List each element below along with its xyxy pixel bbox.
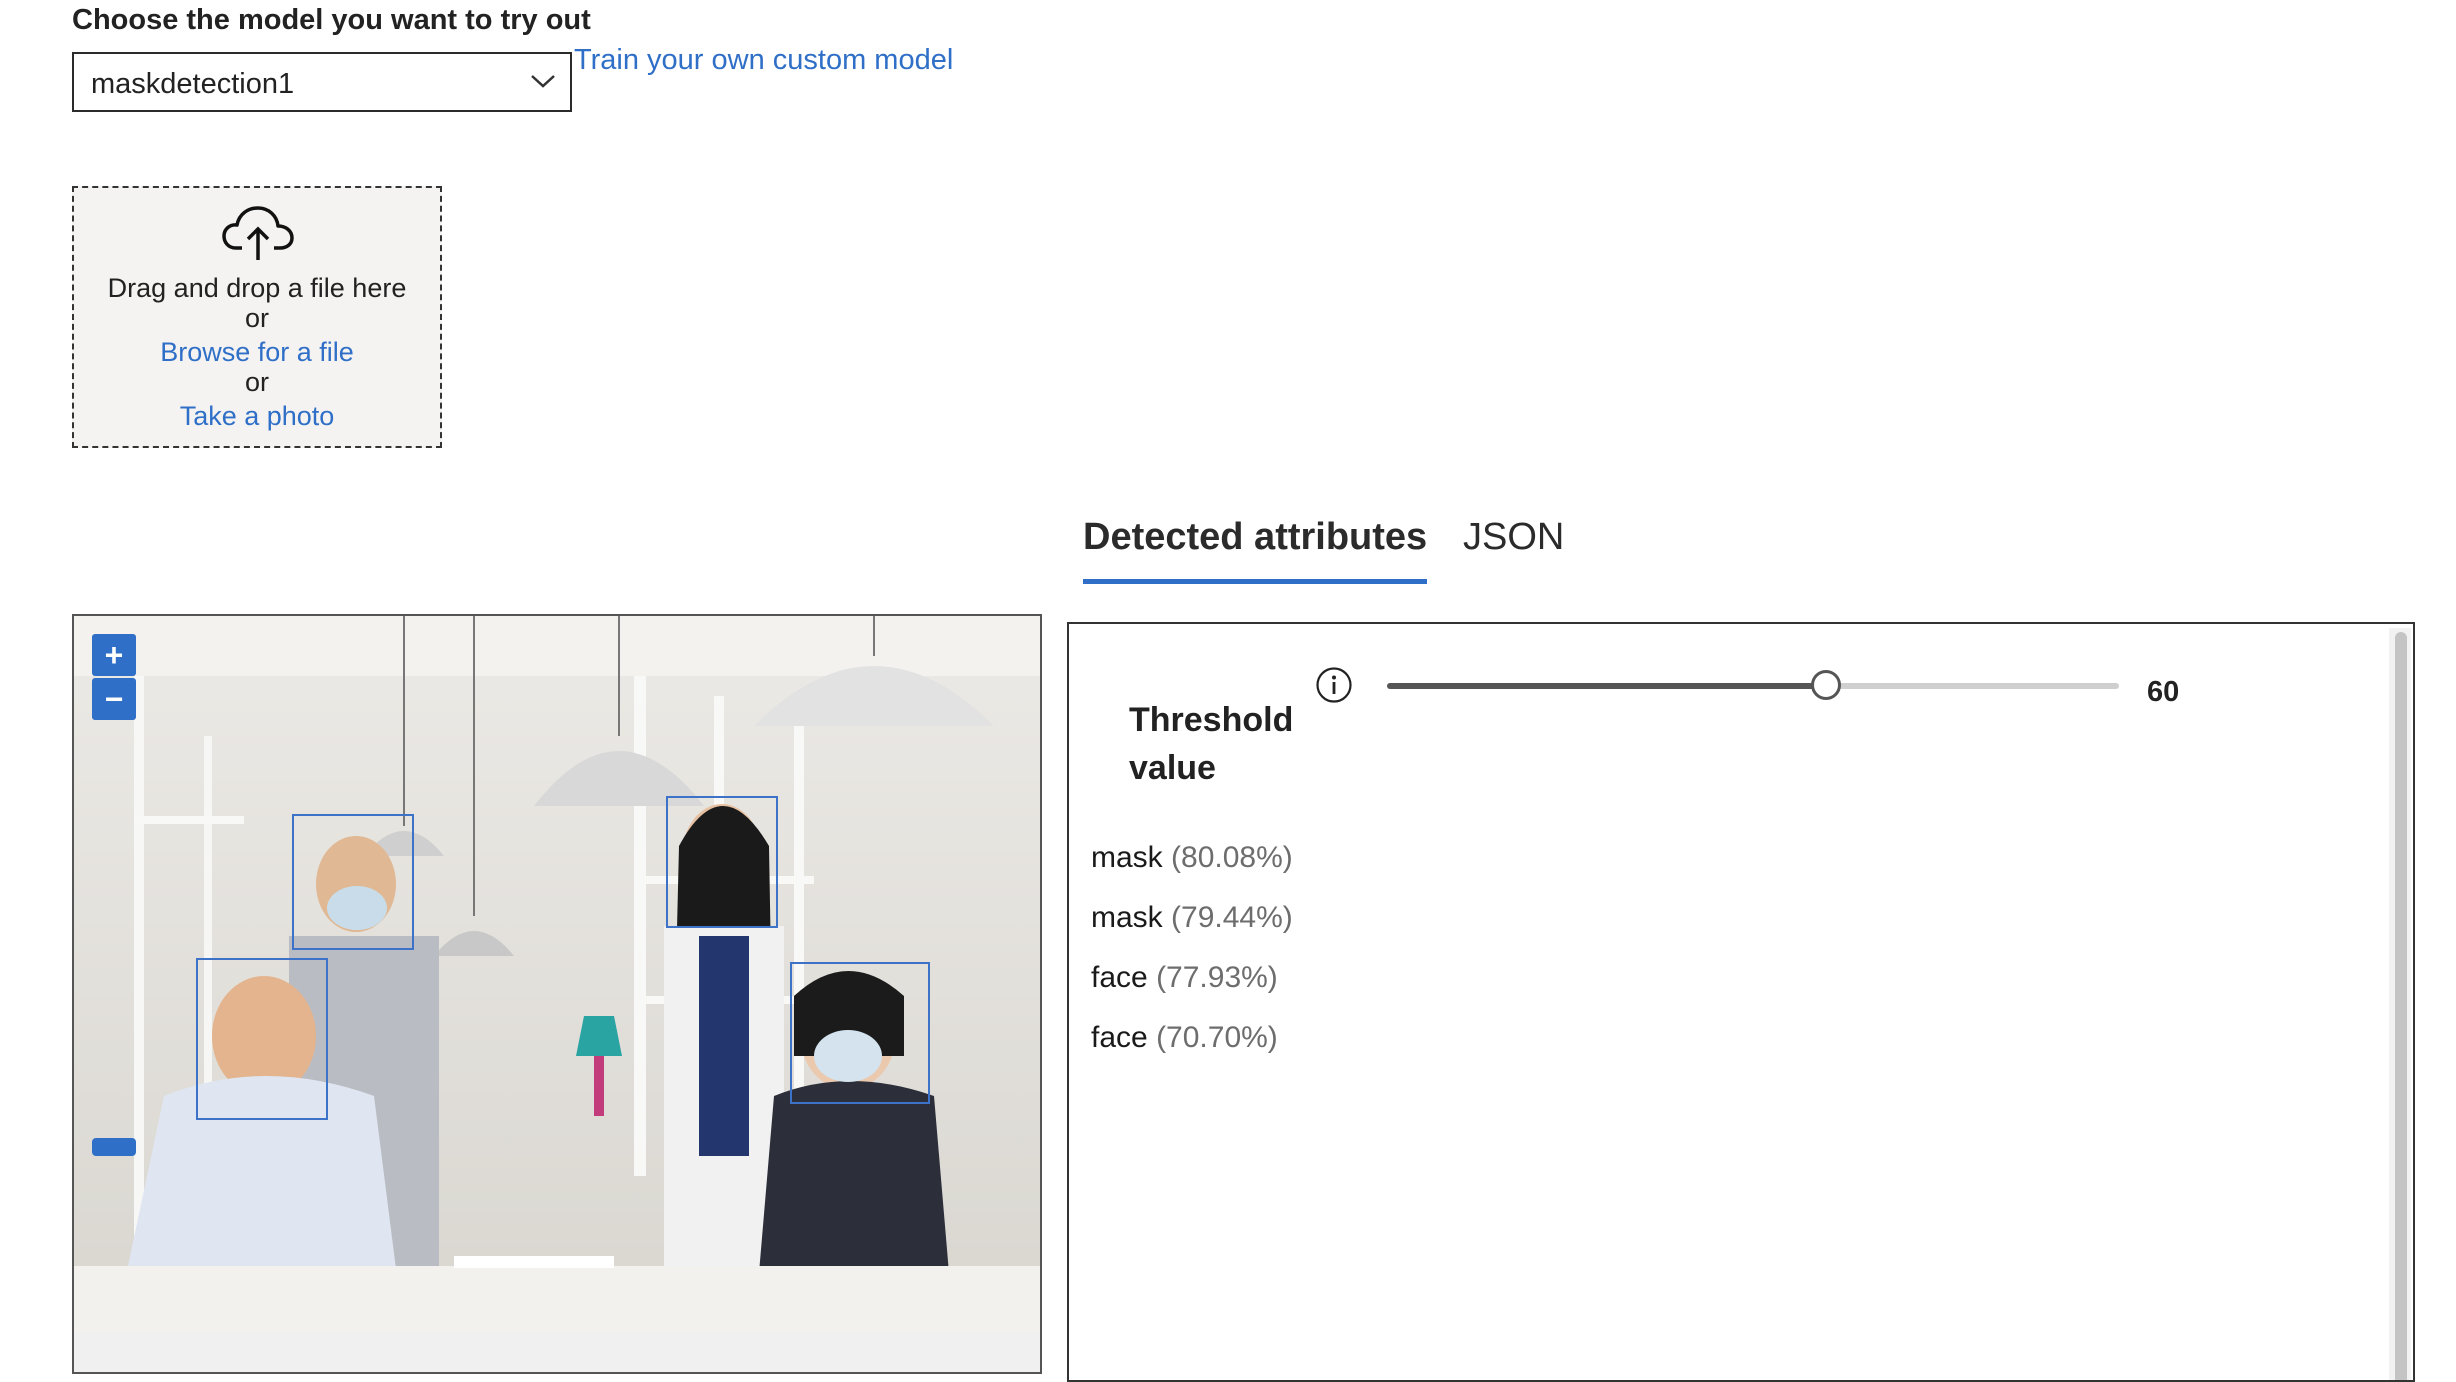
threshold-slider[interactable] [1387, 668, 2119, 704]
chevron-down-icon [531, 75, 555, 88]
model-select-value: maskdetection1 [91, 68, 295, 100]
detection-label: face [1091, 1021, 1148, 1054]
detection-label: mask [1091, 841, 1163, 874]
slider-fill [1387, 683, 1827, 689]
detection-confidence: (79.44%) [1171, 901, 1293, 934]
viewer-footer [74, 1332, 1040, 1372]
train-custom-model-link[interactable]: Train your own custom model [574, 44, 953, 77]
detections-list: mask (80.08%) mask (79.44%) face (77.93%… [1091, 840, 1293, 1080]
detection-item: mask (80.08%) [1091, 840, 1293, 900]
model-select[interactable]: maskdetection1 [72, 52, 572, 112]
detection-confidence: (80.08%) [1171, 841, 1293, 874]
detection-box-face [196, 958, 328, 1120]
detected-attributes-panel: Threshold value 60 mask (80.08%) mask (7… [1067, 622, 2415, 1382]
detection-confidence: (77.93%) [1156, 961, 1278, 994]
dropzone-or: or [244, 303, 269, 333]
zoom-level-handle[interactable] [92, 1138, 136, 1156]
detection-confidence: (70.70%) [1156, 1021, 1278, 1054]
detection-label: mask [1091, 901, 1163, 934]
detection-label: face [1091, 961, 1148, 994]
tab-json[interactable]: JSON [1463, 516, 1564, 559]
zoom-in-button[interactable]: + [92, 634, 136, 676]
results-scrollbar[interactable] [2389, 628, 2411, 1380]
tab-detected-attributes[interactable]: Detected attributes [1083, 516, 1428, 584]
scrollbar-thumb[interactable] [2395, 632, 2407, 1380]
detection-box-mask [790, 962, 930, 1104]
model-heading: Choose the model you want to try out [72, 4, 591, 36]
detection-box-face [666, 796, 778, 928]
browse-file-link[interactable]: Browse for a file [74, 336, 440, 368]
image-viewer[interactable]: + − [72, 614, 1042, 1374]
detection-box-mask [292, 814, 414, 950]
cloud-upload-icon [222, 206, 294, 260]
info-icon[interactable] [1315, 666, 1353, 704]
threshold-label: Threshold value [1129, 701, 1294, 787]
file-dropzone[interactable]: Drag and drop a file here or Browse for … [72, 186, 442, 448]
dropzone-instruction: Drag and drop a file here [107, 273, 407, 303]
detection-item: face (70.70%) [1091, 1020, 1293, 1080]
take-photo-link[interactable]: Take a photo [74, 400, 440, 432]
threshold-value: 60 [2147, 676, 2180, 708]
detection-item: mask (79.44%) [1091, 900, 1293, 960]
slider-thumb[interactable] [1811, 670, 1842, 700]
zoom-out-button[interactable]: − [92, 678, 136, 720]
detection-item: face (77.93%) [1091, 960, 1293, 1020]
dropzone-or: or [244, 367, 269, 397]
